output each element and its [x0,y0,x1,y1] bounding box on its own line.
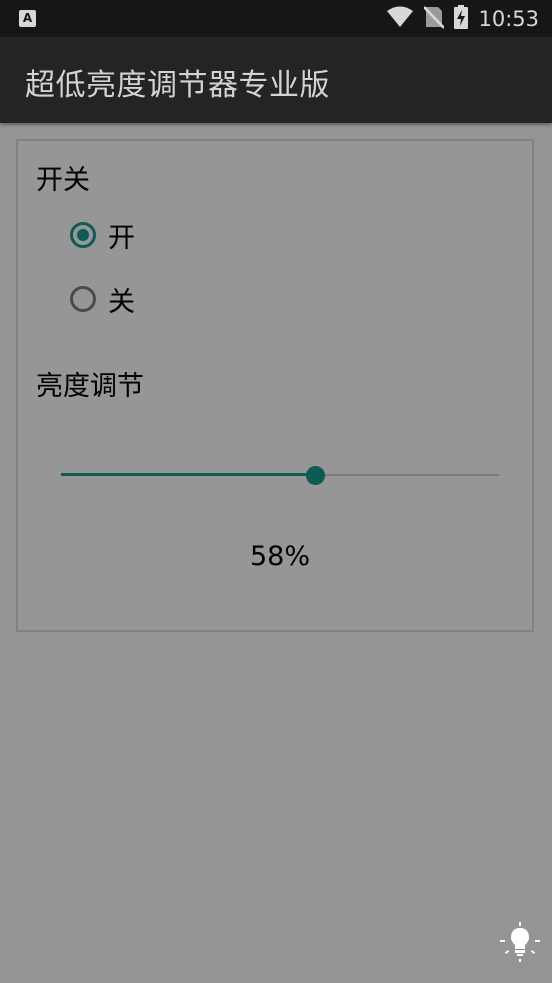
radio-on-button[interactable] [70,222,96,248]
switch-section-label: 开关 [36,165,90,196]
radio-off-button[interactable] [70,286,96,312]
slider-thumb[interactable] [306,466,326,485]
radio-off-label: 关 [108,286,135,318]
app-title: 超低亮度调节器专业版 [25,68,330,103]
brightness-slider[interactable] [61,461,499,491]
settings-card: 开关 开 关 亮度调节 58% [16,139,534,632]
battery-charging-icon [454,4,469,33]
radio-off-option[interactable]: 关 [70,279,135,319]
status-icons: 10:53 [386,0,539,37]
brightness-percent: 58% [249,541,310,572]
no-sim-icon [423,5,446,33]
status-bar: A 10:53 [0,0,552,37]
radio-on-label: 开 [108,222,135,254]
slider-fill [61,473,316,476]
radio-on-option[interactable]: 开 [70,215,135,255]
app-toolbar: 超低亮度调节器专业版 [0,37,552,123]
light-bulb-icon [500,922,540,962]
brightness-section-label: 亮度调节 [36,371,144,402]
app-notification-icon: A [19,10,36,27]
status-time: 10:53 [478,6,539,31]
light-bulb-button[interactable] [499,922,541,964]
wifi-icon [386,6,414,32]
